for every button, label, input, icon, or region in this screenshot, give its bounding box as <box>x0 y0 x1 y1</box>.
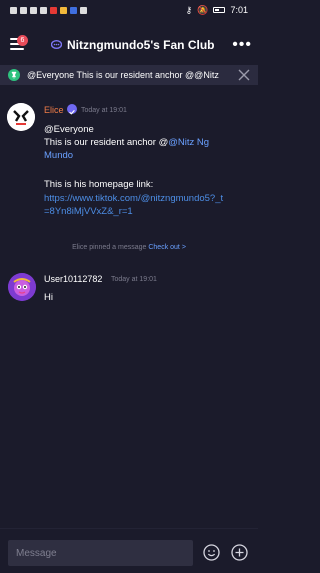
homepage-link[interactable]: https://www.tiktok.com/@nitzngmundo5?_t <box>44 192 244 205</box>
status-icons-left <box>10 6 87 14</box>
user-mention[interactable]: @Nitz Ng <box>168 137 209 148</box>
verified-icon <box>67 104 77 115</box>
app-icon <box>60 6 67 14</box>
notification-badge: 6 <box>17 35 28 46</box>
esports-logo-icon <box>7 103 35 131</box>
signal-icon <box>10 6 17 14</box>
status-icons-right: ⚷ 🔕 7:01 <box>186 5 248 16</box>
signal-icon <box>20 6 27 14</box>
status-bar: ⚷ 🔕 7:01 <box>0 0 258 20</box>
battery-icon <box>213 7 226 13</box>
close-icon[interactable] <box>238 69 250 81</box>
message-input[interactable] <box>8 540 193 566</box>
message-author[interactable]: User10112782 <box>44 274 102 284</box>
header: 6 Nitzngmundo5's Fan Club ••• <box>0 30 258 60</box>
message-text-part: This is our resident anchor @ <box>44 137 169 148</box>
message-time: Today at 19:01 <box>111 276 157 283</box>
homepage-link[interactable]: =8Yn8iMjVVxZ&_r=1 <box>44 205 244 218</box>
system-message: Elice pinned a message Check out > <box>0 244 258 251</box>
key-icon: ⚷ <box>185 4 193 15</box>
more-options-icon[interactable]: ••• <box>232 36 252 54</box>
pinned-message-text: @Everyone This is our resident anchor @@… <box>27 70 219 80</box>
app-icon <box>80 6 87 14</box>
message-text: Hi <box>44 292 53 303</box>
avatar[interactable] <box>8 273 36 301</box>
app-icon <box>50 6 57 14</box>
pinned-message-bar[interactable]: @Everyone This is our resident anchor @@… <box>0 65 258 85</box>
emoji-icon[interactable] <box>203 544 220 561</box>
user-avatar-icon <box>8 273 36 301</box>
mute-icon: 🔕 <box>197 4 209 15</box>
pin-icon <box>8 69 20 81</box>
check-out-link[interactable]: Check out > <box>148 244 186 251</box>
message-text: This is our resident anchor @@Nitz Ng Mu… <box>44 136 244 162</box>
status-time: 7:01 <box>230 5 248 15</box>
notification-icon <box>40 6 47 14</box>
app-icon <box>70 6 77 14</box>
message-text: This is his homepage link: <box>44 179 154 190</box>
add-icon[interactable] <box>231 544 248 561</box>
wifi-icon <box>30 6 37 14</box>
channel-icon <box>51 40 62 49</box>
system-message-text: Elice pinned a message <box>72 244 149 251</box>
page-title: Nitzngmundo5's Fan Club <box>67 38 215 52</box>
user-mention[interactable]: Mundo <box>44 150 73 161</box>
avatar[interactable] <box>7 103 35 131</box>
composer-bar <box>0 528 258 573</box>
message-time: Today at 19:01 <box>81 107 127 114</box>
message-text: @Everyone <box>44 124 94 135</box>
message-author[interactable]: Elice <box>44 105 64 115</box>
